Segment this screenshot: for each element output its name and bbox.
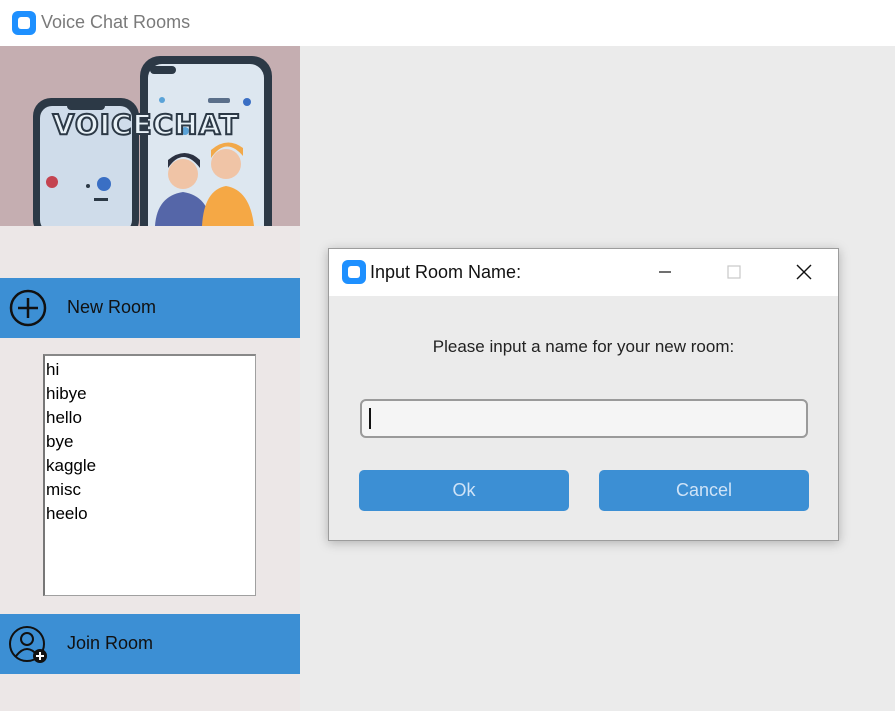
dialog-title: Input Room Name: <box>370 262 522 282</box>
minimize-button[interactable] <box>650 258 680 286</box>
room-list-item[interactable]: kaggle <box>45 454 255 478</box>
room-list-item[interactable]: heelo <box>45 502 255 526</box>
text-caret <box>369 408 371 429</box>
room-name-input[interactable] <box>360 399 808 438</box>
dialog-prompt: Please input a name for your new room: <box>432 337 735 356</box>
close-icon <box>796 264 812 280</box>
app-icon <box>342 260 366 284</box>
room-list-item[interactable]: misc <box>45 478 255 502</box>
window-title: Voice Chat Rooms <box>41 12 191 32</box>
input-room-name-dialog: Input Room Name: Please input a name for… <box>328 248 839 541</box>
cancel-button[interactable]: Cancel <box>599 470 809 511</box>
room-list-item[interactable]: hello <box>45 406 255 430</box>
room-list-item[interactable]: hi <box>45 358 255 382</box>
maximize-icon <box>727 265 741 279</box>
window-titlebar: Voice Chat Rooms <box>0 0 895 46</box>
user-add-icon <box>8 624 48 664</box>
plus-circle-icon <box>8 288 48 328</box>
dialog-titlebar: Input Room Name: <box>329 249 838 296</box>
minimize-icon <box>659 271 671 273</box>
new-room-label: New Room <box>67 297 157 317</box>
new-room-button[interactable]: New Room <box>0 278 300 338</box>
sidebar: VOICECHAT New Room hi hibye hello bye ka… <box>0 46 300 711</box>
maximize-button <box>719 258 749 286</box>
app-icon <box>12 11 36 35</box>
banner-logo-text: VOICECHAT <box>53 108 240 141</box>
ok-button[interactable]: Ok <box>359 470 569 511</box>
voicechat-banner-image: VOICECHAT <box>0 46 300 226</box>
room-listbox[interactable]: hi hibye hello bye kaggle misc heelo <box>43 354 256 596</box>
room-list-item[interactable]: hibye <box>45 382 255 406</box>
room-list-item[interactable]: bye <box>45 430 255 454</box>
join-room-button[interactable]: Join Room <box>0 614 300 674</box>
close-button[interactable] <box>789 258 819 286</box>
join-room-label: Join Room <box>67 633 154 653</box>
